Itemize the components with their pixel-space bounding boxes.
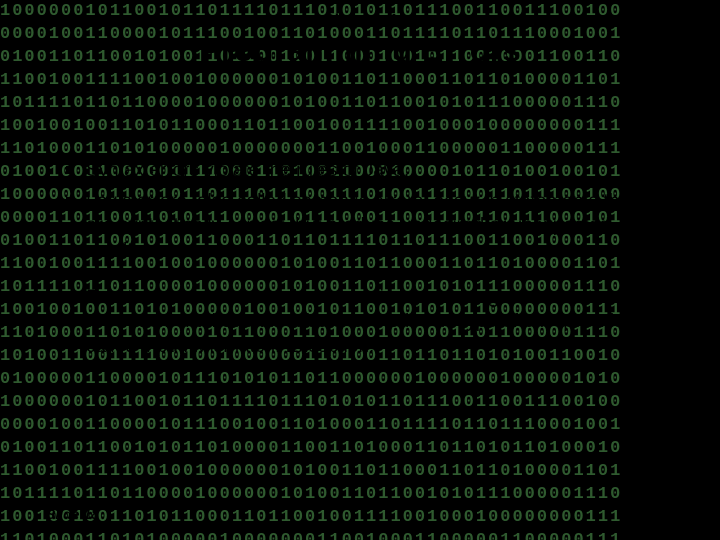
bullet-list: Syntax errors violate the rules of Java.… xyxy=(60,159,660,360)
list-item: Logic errors, also called semantic error… xyxy=(60,190,660,264)
page-title: Programming Errors xyxy=(60,32,660,69)
list-item: Run-time errors, also called exceptions,… xyxy=(60,286,660,360)
slide-content: Chapter 4 Programming Errors Syntax erro… xyxy=(0,0,720,540)
chapter-label: Chapter 4 xyxy=(60,12,660,30)
list-item: Syntax errors violate the rules of Java. xyxy=(60,159,660,184)
slide-number: Slide 18 xyxy=(46,506,99,522)
